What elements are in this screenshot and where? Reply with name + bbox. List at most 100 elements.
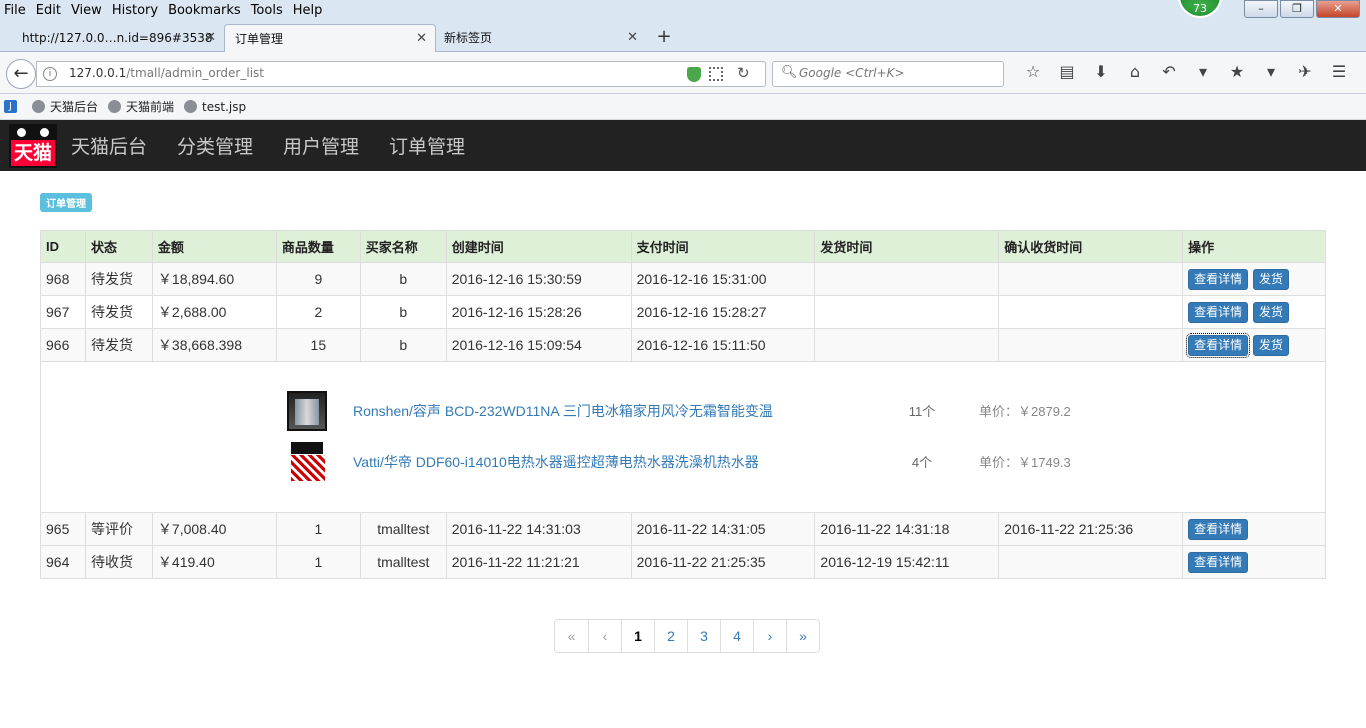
app-navbar: 天猫 天猫后台 分类管理 用户管理 订单管理 [0, 120, 1366, 171]
page-next-button[interactable]: › [753, 620, 786, 652]
product-thumbnail[interactable] [287, 391, 327, 431]
bookmark-jsp-icon[interactable]: J [4, 100, 22, 113]
page-prev-button[interactable]: ‹ [588, 620, 621, 652]
hamburger-menu-icon[interactable]: ☰ [1322, 62, 1356, 81]
column-header: 商品数量 [275, 230, 361, 263]
cell-confirmed: 2016-11-22 21:25:36 [998, 512, 1184, 546]
nav-brand[interactable]: 天猫后台 [71, 132, 147, 159]
address-bar[interactable]: i 127.0.0.1/tmall/admin_order_list ↻ [36, 61, 766, 87]
product-link[interactable]: Vatti/华帝 DDF60-i14010电热水器遥控超薄电热水器洗澡机热水器 [353, 452, 759, 472]
close-tab-icon[interactable]: ✕ [627, 24, 638, 52]
extension-icon[interactable]: ✈ [1288, 62, 1322, 81]
menu-edit[interactable]: Edit [36, 3, 61, 18]
tab-order-detail[interactable]: http://127.0.0…n.id=896#3538 ✕ [12, 24, 224, 52]
menu-bookmarks[interactable]: Bookmarks [168, 3, 241, 18]
extension-icon[interactable]: ★ [1220, 62, 1254, 81]
undo-icon[interactable]: ↶ [1152, 62, 1186, 81]
window-controls: – ❐ ✕ [1242, 0, 1360, 18]
close-tab-icon[interactable]: ✕ [416, 25, 427, 53]
page-last-button[interactable]: » [786, 620, 819, 652]
search-bar[interactable]: 🔍︎ Google <Ctrl+K> [772, 61, 1004, 87]
qr-code-icon[interactable] [709, 67, 723, 81]
page-2-button[interactable]: 2 [654, 620, 687, 652]
shield-icon[interactable] [687, 67, 701, 82]
tmall-logo[interactable]: 天猫 [9, 123, 57, 168]
home-icon[interactable]: ⌂ [1118, 62, 1152, 81]
logo-eye-icon [40, 127, 49, 137]
menu-history[interactable]: History [112, 3, 158, 18]
cell-created: 2016-12-16 15:30:59 [445, 262, 632, 296]
tab-new-tab[interactable]: 新标签页 ✕ [434, 24, 646, 52]
minimize-button[interactable]: – [1244, 0, 1278, 18]
column-header: 确认收货时间 [998, 230, 1184, 263]
cell-buyer: tmalltest [359, 545, 447, 579]
close-window-button[interactable]: ✕ [1316, 0, 1360, 18]
product-link[interactable]: Ronshen/容声 BCD-232WD11NA 三门电冰箱家用风冷无霜智能变温 [353, 401, 773, 421]
navigation-toolbar: ← i 127.0.0.1/tmall/admin_order_list ↻ 🔍… [0, 52, 1366, 94]
reload-icon[interactable]: ↻ [737, 64, 750, 82]
bookmarks-bar: J 天猫后台 天猫前端 test.jsp [0, 94, 1366, 120]
menu-tools[interactable]: Tools [251, 3, 283, 18]
orders-table: ID 状态 金额 商品数量 买家名称 创建时间 支付时间 发货时间 确认收货时间… [40, 230, 1326, 579]
cell-id: 964 [40, 545, 86, 579]
column-header: 发货时间 [814, 230, 1000, 263]
close-tab-icon[interactable]: ✕ [205, 24, 216, 52]
cell-id: 968 [40, 262, 86, 296]
bookmark-item[interactable]: 天猫后台 [32, 98, 98, 115]
cell-buyer: b [359, 328, 447, 362]
cell-shipped: 2016-12-19 15:42:11 [814, 545, 1000, 579]
cell-created: 2016-11-22 11:21:21 [445, 545, 632, 579]
page-first-button[interactable]: « [555, 620, 588, 652]
product-price: 单价：￥2879.2 [979, 404, 1071, 419]
cell-buyer: tmalltest [359, 512, 447, 546]
page-4-button[interactable]: 4 [720, 620, 753, 652]
dropdown-icon[interactable]: ▾ [1254, 62, 1288, 81]
nav-category-management[interactable]: 分类管理 [177, 132, 253, 159]
url-path: /tmall/admin_order_list [126, 66, 264, 80]
menu-file[interactable]: File [4, 3, 26, 18]
tab-order-management[interactable]: 订单管理 ✕ [224, 24, 436, 52]
nav-order-management[interactable]: 订单管理 [389, 132, 465, 159]
view-details-button[interactable]: 查看详情 [1188, 268, 1249, 290]
fridge-door-graphic [295, 399, 319, 425]
search-icon: 🔍︎ [781, 65, 798, 80]
back-arrow-icon[interactable]: ← [6, 59, 36, 89]
ship-button[interactable]: 发货 [1252, 268, 1289, 290]
cell-amount: ￥18,894.60 [151, 262, 277, 296]
cell-status: 待发货 [84, 295, 153, 329]
column-header: 金额 [151, 230, 277, 263]
new-tab-button[interactable]: + [654, 24, 674, 52]
view-details-button[interactable]: 查看详情 [1188, 518, 1249, 540]
download-icon[interactable]: ⬇ [1084, 62, 1118, 81]
cell-actions: 查看详情 [1182, 512, 1326, 546]
bookmark-label: test.jsp [202, 99, 247, 114]
ship-button[interactable]: 发货 [1252, 301, 1289, 323]
tab-title: http://127.0.0…n.id=896#3538 [22, 31, 213, 45]
reading-list-icon[interactable]: ▤ [1050, 62, 1084, 81]
nav-user-management[interactable]: 用户管理 [283, 132, 359, 159]
cell-created: 2016-11-22 14:31:03 [445, 512, 632, 546]
pagination: « ‹ 1 2 3 4 › » [554, 619, 820, 653]
product-thumbnail[interactable] [287, 442, 327, 482]
column-header: 买家名称 [359, 230, 447, 263]
dropdown-icon[interactable]: ▾ [1186, 62, 1220, 81]
view-details-button[interactable]: 查看详情 [1188, 301, 1249, 323]
page-1-button[interactable]: 1 [621, 620, 654, 652]
view-details-button[interactable]: 查看详情 [1188, 551, 1249, 573]
url-text: 127.0.0.1/tmall/admin_order_list [69, 66, 264, 80]
maximize-button[interactable]: ❐ [1280, 0, 1314, 18]
menu-view[interactable]: View [71, 3, 102, 18]
page-3-button[interactable]: 3 [687, 620, 720, 652]
menu-help[interactable]: Help [293, 3, 323, 18]
bookmark-item[interactable]: test.jsp [184, 100, 246, 114]
cell-qty: 1 [275, 545, 361, 579]
product-qty: 4个 [911, 455, 933, 470]
cell-created: 2016-12-16 15:28:26 [445, 295, 632, 329]
star-icon[interactable]: ☆ [1016, 62, 1050, 81]
column-header: 操作 [1182, 230, 1326, 263]
view-details-button[interactable]: 查看详情 [1186, 332, 1251, 358]
ship-button[interactable]: 发货 [1252, 334, 1289, 356]
cell-amount: ￥419.40 [151, 545, 277, 579]
bookmark-item[interactable]: 天猫前端 [108, 98, 174, 115]
info-icon[interactable]: i [43, 67, 57, 81]
